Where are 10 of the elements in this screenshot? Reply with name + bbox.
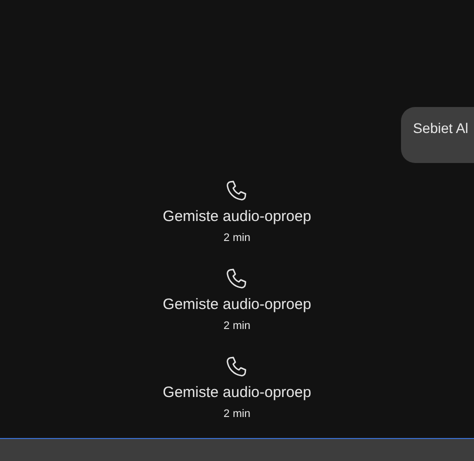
call-title: Gemiste audio-oproep — [162, 384, 312, 401]
phone-icon — [224, 355, 249, 379]
message-text: Sebiet Al — [413, 120, 468, 136]
call-time: 2 min — [224, 320, 250, 332]
phone-icon — [224, 267, 249, 291]
call-time: 2 min — [224, 408, 250, 420]
phone-icon — [224, 179, 249, 203]
call-time: 2 min — [224, 232, 250, 244]
call-title: Gemiste audio-oproep — [162, 296, 312, 313]
call-title: Gemiste audio-oproep — [162, 208, 312, 225]
